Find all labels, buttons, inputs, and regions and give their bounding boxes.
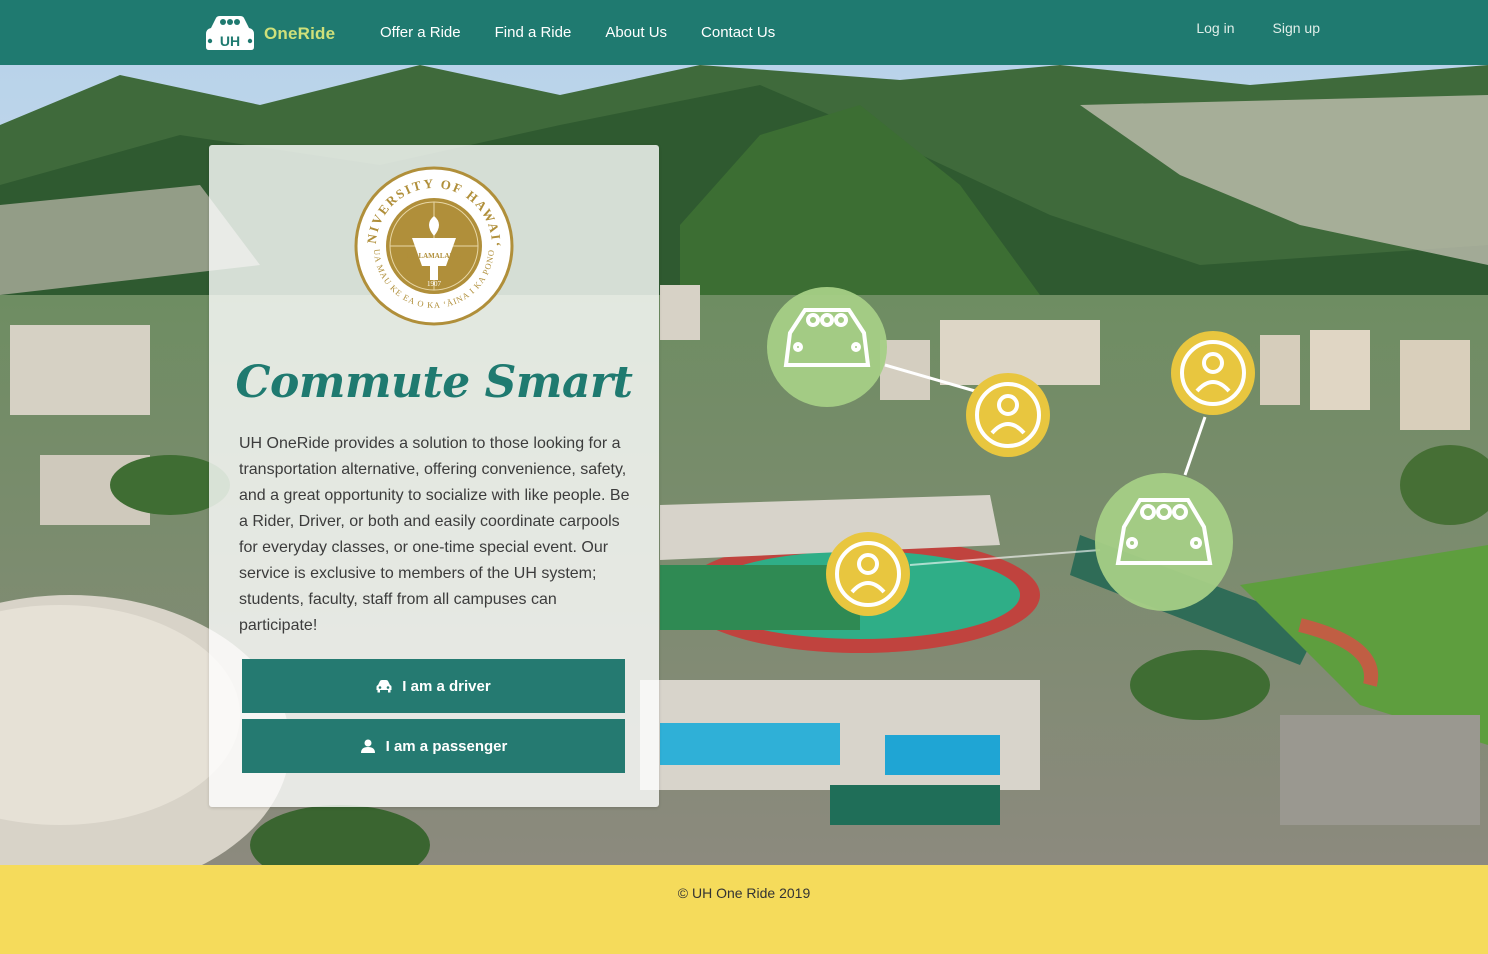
nav-offer-ride[interactable]: Offer a Ride [380, 24, 461, 41]
hero-headline: Commute Smart [235, 357, 633, 408]
login-link[interactable]: Log in [1196, 20, 1234, 36]
copyright-text: © UH One Ride 2019 [677, 885, 811, 901]
university-seal-icon: UNIVERSITY OF HAWAI‘I UA MAU KE EA O KA … [354, 166, 514, 326]
passenger-button[interactable]: I am a passenger [242, 719, 625, 773]
nav-about-us[interactable]: About Us [605, 24, 667, 41]
user-icon [360, 739, 375, 753]
car-icon [376, 680, 392, 693]
nav-contact-us[interactable]: Contact Us [701, 24, 775, 41]
brand-logo-text: UH [220, 33, 240, 49]
hero-description: UH OneRide provides a solution to those … [239, 435, 630, 634]
signup-link[interactable]: Sign up [1273, 20, 1320, 36]
seal-motto: MĀLAMALAMA [407, 252, 461, 260]
driver-button[interactable]: I am a driver [242, 659, 625, 713]
seal-year: 1907 [427, 280, 442, 288]
hero-section: UNIVERSITY OF HAWAI‘I UA MAU KE EA O KA … [0, 65, 1488, 865]
auth-nav: Log in Sign up [1196, 20, 1320, 36]
brand-name: OneRide [264, 24, 336, 43]
page-footer: © UH One Ride 2019 [0, 865, 1488, 954]
brand-home-link[interactable]: UH OneRide [204, 14, 335, 54]
nav-find-ride[interactable]: Find a Ride [495, 24, 572, 41]
top-navbar: UH OneRide Offer a Ride Find a Ride Abou… [0, 0, 1488, 65]
hero-card: UNIVERSITY OF HAWAI‘I UA MAU KE EA O KA … [209, 145, 659, 807]
passenger-button-label: I am a passenger [385, 737, 508, 755]
car-logo-icon: UH [206, 16, 254, 50]
driver-button-label: I am a driver [402, 677, 491, 695]
main-nav: Offer a Ride Find a Ride About Us Contac… [380, 24, 775, 41]
